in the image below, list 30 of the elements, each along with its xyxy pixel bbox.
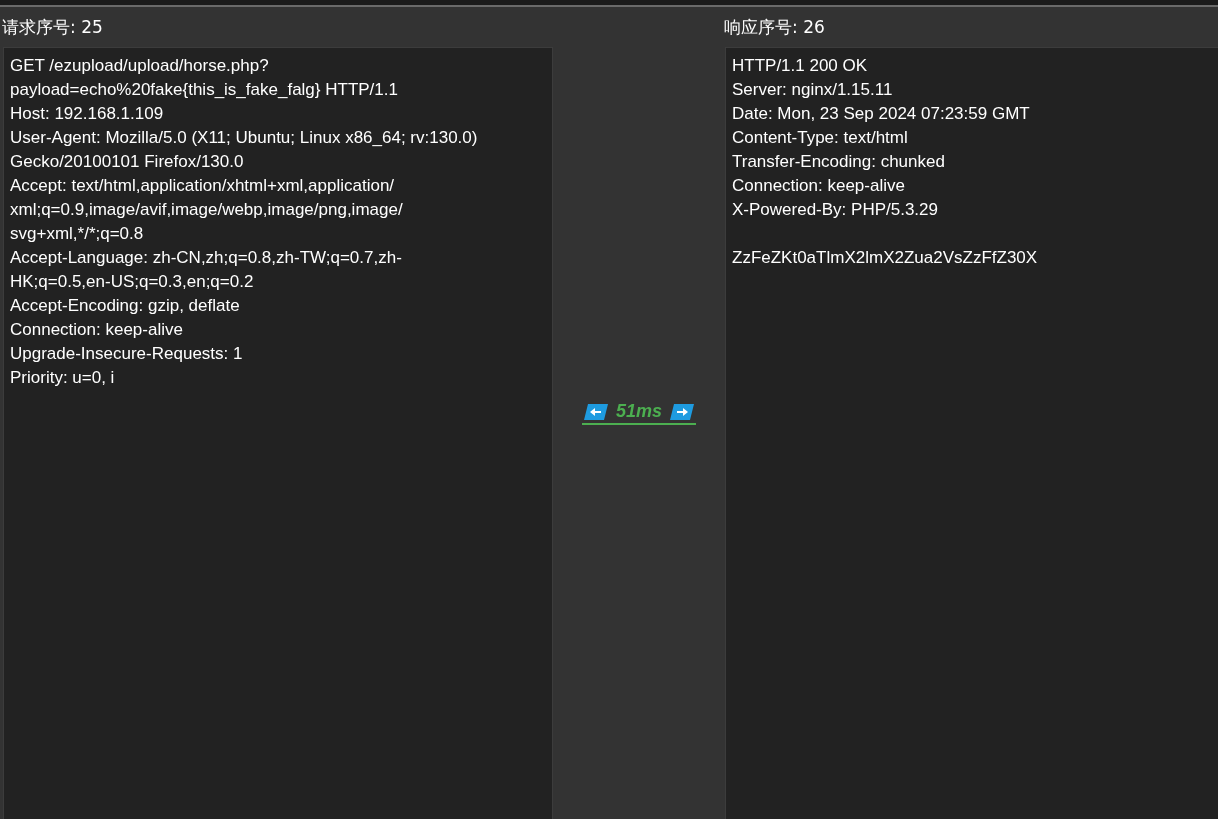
- request-line: Upgrade-Insecure-Requests: 1: [10, 343, 244, 365]
- response-line: X-Powered-By: PHP/5.3.29: [732, 199, 939, 221]
- request-line: payload=echo%20fake{this_is_fake_falg} HTTP/1.1: [10, 79, 399, 101]
- request-line: Priority: u=0, i: [10, 367, 116, 389]
- response-line: HTTP/1.1 200 OK: [732, 55, 869, 77]
- request-text-area[interactable]: [3, 47, 553, 819]
- response-line: Connection: keep-alive: [732, 175, 906, 197]
- right-arrow-icon: [670, 403, 694, 420]
- request-line: GET /ezupload/upload/horse.php?: [10, 55, 270, 77]
- request-line: svg+xml,*/*;q=0.8: [10, 223, 145, 245]
- timing-label: 51ms: [615, 401, 662, 422]
- request-line: HK;q=0.5,en-US;q=0.3,en;q=0.2: [10, 271, 255, 293]
- request-title: 请求序号: 25: [1, 15, 104, 39]
- response-body: ZzFeZKt0aTlmX2lmX2Zua2VsZzFfZ30X: [732, 247, 1039, 269]
- timing-link[interactable]: 51ms: [581, 401, 696, 425]
- request-line: Accept-Language: zh-CN,zh;q=0.8,zh-TW;q=0.7,zh-: [10, 247, 403, 269]
- left-arrow-icon: [583, 403, 608, 420]
- request-line: Gecko/20100101 Firefox/130.0: [10, 151, 245, 173]
- response-line: Date: Mon, 23 Sep 2024 07:23:59 GMT: [732, 103, 1031, 125]
- request-line: Accept-Encoding: gzip, deflate: [10, 295, 241, 317]
- request-line: User-Agent: Mozilla/5.0 (X11; Ubuntu; Linux x86_64; rv:130.0): [10, 127, 479, 149]
- request-line: Host: 192.168.1.109: [10, 103, 165, 125]
- request-line: Connection: keep-alive: [10, 319, 184, 341]
- response-title: 响应序号: 26: [723, 15, 826, 39]
- response-line: Server: nginx/1.15.11: [732, 79, 894, 101]
- request-line: Accept: text/html,application/xhtml+xml,application/: [10, 175, 396, 197]
- response-text-area[interactable]: [725, 47, 1218, 819]
- response-line: Content-Type: text/html: [732, 127, 909, 149]
- response-line: Transfer-Encoding: chunked: [732, 151, 946, 173]
- request-line: xml;q=0.9,image/avif,image/webp,image/png,image/: [10, 199, 404, 221]
